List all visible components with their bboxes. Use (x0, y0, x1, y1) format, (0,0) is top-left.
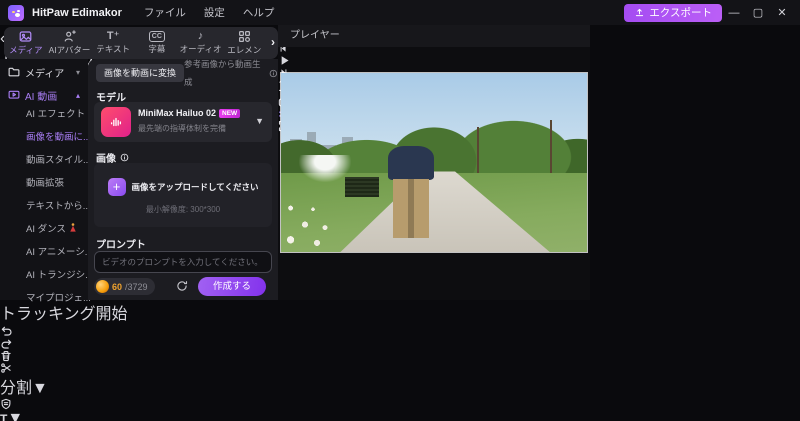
sidebar-item-ai-effect[interactable]: AI エフェクト (26, 106, 85, 120)
chevron-down-icon: ▼ (7, 410, 24, 421)
delete-button[interactable] (0, 350, 800, 362)
avatar-icon (64, 30, 76, 42)
chevron-down-icon: ▾ (75, 67, 80, 77)
chevron-down-icon: ▼ (255, 116, 264, 126)
sidebar: メディア ▾ AI 動画 ▴ AI エフェクト 画像を動画に... 動画スタイル..… (0, 59, 93, 304)
tab-audio[interactable]: ♪ オーディオ (179, 31, 223, 55)
sidebar-item-ai-transition[interactable]: AI トランジシ... (26, 267, 93, 281)
tab-media[interactable]: メディア (4, 30, 48, 56)
tab-convert-image[interactable]: 画像を動画に変換 (96, 64, 185, 82)
player-panel: プレイヤー (278, 25, 590, 300)
app-window: HitPaw Edimakor ファイル 設定 ヘルプ エクスポート — ▢ ✕… (0, 0, 800, 421)
model-selector[interactable]: MiniMax Hailuo 02 NEW 最先端の指導体制を完備 ▼ (94, 102, 272, 142)
prompt-input[interactable] (94, 251, 272, 273)
info-icon (120, 153, 129, 162)
minimize-button[interactable]: — (722, 7, 746, 19)
model-name: MiniMax Hailuo 02 (138, 108, 217, 118)
tab-reference-generate[interactable]: 参考画像から動画生成 (184, 59, 278, 87)
upload-plus-icon: + (107, 178, 126, 196)
undo-icon (1, 326, 12, 336)
caption-icon: CC (148, 31, 165, 42)
nav-expand-chevron-icon[interactable]: › (271, 35, 275, 49)
model-description: 最先端の指導体制を完備 (138, 124, 226, 133)
refresh-icon[interactable] (176, 280, 188, 292)
create-button[interactable]: 作成する (198, 277, 266, 296)
app-logo-icon (8, 4, 24, 21)
tracking-start-button[interactable]: トラッキング開始 (0, 300, 800, 324)
tab-text[interactable]: T⁺ テキスト (91, 31, 135, 55)
credit-coin-icon (96, 280, 109, 293)
image-upload-area[interactable]: + 画像をアップロードしてください 最小解像度: 300*300 (94, 163, 272, 227)
player-title: プレイヤー (278, 25, 590, 47)
music-note-icon: ♪ (197, 30, 204, 42)
tab-elements[interactable]: エレメン (222, 30, 266, 56)
menu-settings[interactable]: 設定 (204, 5, 225, 20)
undo-button[interactable] (0, 324, 800, 337)
menu-file[interactable]: ファイル (144, 5, 186, 20)
redo-icon (1, 339, 12, 349)
image-icon (19, 31, 32, 42)
tab-subtitles[interactable]: CC 字幕 (135, 31, 179, 55)
mask-button[interactable] (0, 398, 800, 410)
tab-ai-avatar[interactable]: AIアバター (48, 30, 92, 56)
app-title: HitPaw Edimakor (32, 6, 122, 19)
maximize-button[interactable]: ▢ (746, 6, 770, 19)
video-frame (281, 73, 587, 252)
sidebar-group-media[interactable]: メディア ▾ (0, 62, 88, 82)
dancer-icon (70, 223, 76, 232)
split-button[interactable]: 分割▼ (0, 362, 800, 397)
scissors-icon (1, 363, 11, 373)
title-bar: HitPaw Edimakor ファイル 設定 ヘルプ エクスポート — ▢ ✕ (0, 0, 800, 25)
model-new-badge: NEW (219, 108, 241, 118)
text-tool-button[interactable]: T▼ (0, 410, 23, 421)
close-button[interactable]: ✕ (770, 6, 794, 19)
sidebar-item-text-to[interactable]: テキストから... (26, 198, 91, 212)
chevron-up-icon: ▴ (75, 90, 80, 100)
folder-icon (8, 67, 20, 77)
shield-icon (1, 398, 11, 410)
sidebar-item-video-extend[interactable]: 動画拡張 (26, 175, 64, 189)
credits-counter: 60/3729 (94, 278, 155, 295)
image-to-video-panel: 画像を動画に変換 参考画像から動画生成 モデル MiniMax Hailuo 0… (88, 59, 278, 300)
model-logo-icon (101, 107, 131, 137)
video-monitor-icon (8, 90, 20, 99)
sidebar-item-ai-dance[interactable]: AI ダンス (26, 221, 77, 235)
sidebar-group-ai-video[interactable]: AI 動画 ▴ (0, 85, 88, 105)
chevron-down-icon: ▼ (32, 380, 48, 397)
info-icon (269, 69, 278, 77)
video-canvas[interactable] (281, 73, 587, 252)
text-icon: T⁺ (106, 30, 120, 42)
play-icon[interactable] (278, 54, 291, 67)
trash-icon (1, 350, 11, 362)
upload-text: 画像をアップロードしてください (131, 182, 259, 192)
sidebar-item-video-style[interactable]: 動画スタイル... (26, 152, 91, 166)
min-resolution: 最小解像度: 300*300 (145, 205, 221, 214)
sidebar-item-image-to-video[interactable]: 画像を動画に... (26, 129, 91, 143)
export-up-icon (636, 8, 644, 17)
prompt-label: プロンプト (96, 240, 146, 251)
export-button[interactable]: エクスポート (624, 3, 722, 22)
redo-button[interactable] (0, 337, 800, 350)
menu-help[interactable]: ヘルプ (243, 5, 275, 20)
editing-toolbar: 分割▼ T▼ (0, 324, 800, 421)
sidebar-item-my-projects[interactable]: マイプロジェ... (26, 290, 91, 304)
sidebar-item-ai-animation[interactable]: AI アニメーシ... (26, 244, 93, 258)
elements-grid-icon (238, 31, 250, 42)
